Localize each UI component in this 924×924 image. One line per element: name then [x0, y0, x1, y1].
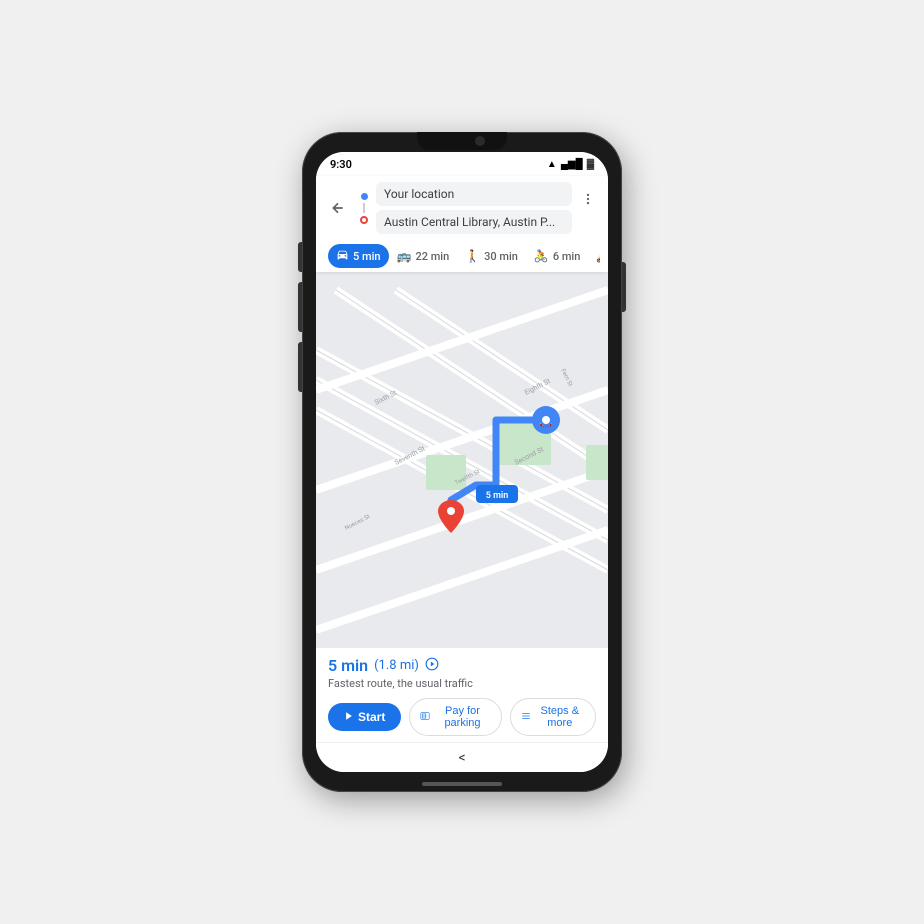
phone-screen: 9:30 ▲ ▄▆█ ▓: [316, 152, 608, 772]
phone-frame: 9:30 ▲ ▄▆█ ▓: [302, 132, 622, 792]
battery-icon: ▓: [587, 159, 594, 170]
steps-label: Steps & more: [535, 705, 585, 729]
tab-bike[interactable]: 🚴 6 min: [526, 244, 588, 268]
pay-parking-button[interactable]: Pay for parking: [409, 698, 501, 736]
tab-walk-label: 30 min: [484, 250, 518, 263]
home-indicator: [422, 782, 502, 786]
map-area[interactable]: Sixth St Seventh St Eighth St Second St …: [316, 272, 608, 648]
transit-icon: 🚌: [397, 249, 412, 263]
more-options-button[interactable]: [576, 186, 600, 230]
wifi-icon: ▲: [547, 159, 557, 170]
tab-transit[interactable]: 🚌 22 min: [389, 244, 458, 268]
tab-transit-label: 22 min: [415, 250, 449, 263]
search-row: Your location Austin Central Library, Au…: [324, 182, 600, 234]
route-line-dot: [363, 203, 365, 213]
route-dots: [356, 191, 372, 226]
phone-camera: [475, 136, 485, 146]
tab-walk[interactable]: 🚶 30 min: [457, 244, 526, 268]
start-button[interactable]: Start: [328, 703, 401, 731]
tab-cycle[interactable]: 🛵 10 m: [588, 244, 600, 268]
action-buttons: Start Pay for parking: [328, 698, 596, 736]
steps-icon: [521, 711, 531, 724]
destination-dot: [360, 216, 368, 224]
map-svg: Sixth St Seventh St Eighth St Second St …: [316, 272, 608, 648]
tab-drive[interactable]: 5 min: [328, 244, 389, 268]
cycle-icon: 🛵: [596, 249, 600, 263]
origin-dot: [361, 193, 368, 200]
volume-up-button: [298, 242, 302, 272]
route-distance: (1.8 mi): [374, 658, 419, 673]
tab-drive-label: 5 min: [353, 250, 381, 263]
tab-bike-label: 6 min: [553, 250, 581, 263]
route-time: 5 min: [328, 656, 368, 675]
bike-icon: 🚴: [534, 249, 549, 263]
power-button: [622, 262, 626, 312]
parking-label: Pay for parking: [434, 705, 490, 729]
destination-input[interactable]: Austin Central Library, Austin P...: [376, 210, 572, 234]
transport-tabs: 5 min 🚌 22 min 🚶 30 min 🚴 6 min 🛵 10 m: [324, 238, 600, 272]
phone-notch: [417, 132, 507, 150]
search-header: Your location Austin Central Library, Au…: [316, 176, 608, 272]
start-icon: [344, 710, 354, 724]
silent-button: [298, 342, 302, 392]
signal-icon: ▄▆█: [561, 159, 583, 170]
back-button[interactable]: [324, 194, 352, 222]
svg-text:5 min: 5 min: [486, 491, 509, 501]
nav-bar: <: [316, 742, 608, 772]
status-bar: 9:30 ▲ ▄▆█ ▓: [316, 152, 608, 176]
parking-icon: [420, 711, 430, 724]
search-inputs: Your location Austin Central Library, Au…: [376, 182, 572, 234]
volume-down-button: [298, 282, 302, 332]
drive-icon: [336, 248, 349, 264]
steps-more-button[interactable]: Steps & more: [510, 698, 596, 736]
bottom-panel: 5 min (1.8 mi) Fastest route, the usual …: [316, 648, 608, 742]
origin-input[interactable]: Your location: [376, 182, 572, 206]
route-summary: 5 min (1.8 mi): [328, 656, 596, 675]
status-time: 9:30: [330, 158, 352, 171]
nav-back-button[interactable]: <: [458, 750, 465, 766]
route-description: Fastest route, the usual traffic: [328, 677, 596, 690]
start-label: Start: [358, 710, 385, 724]
status-icons: ▲ ▄▆█ ▓: [547, 159, 594, 170]
walk-icon: 🚶: [465, 249, 480, 263]
live-traffic-icon: [425, 657, 439, 674]
